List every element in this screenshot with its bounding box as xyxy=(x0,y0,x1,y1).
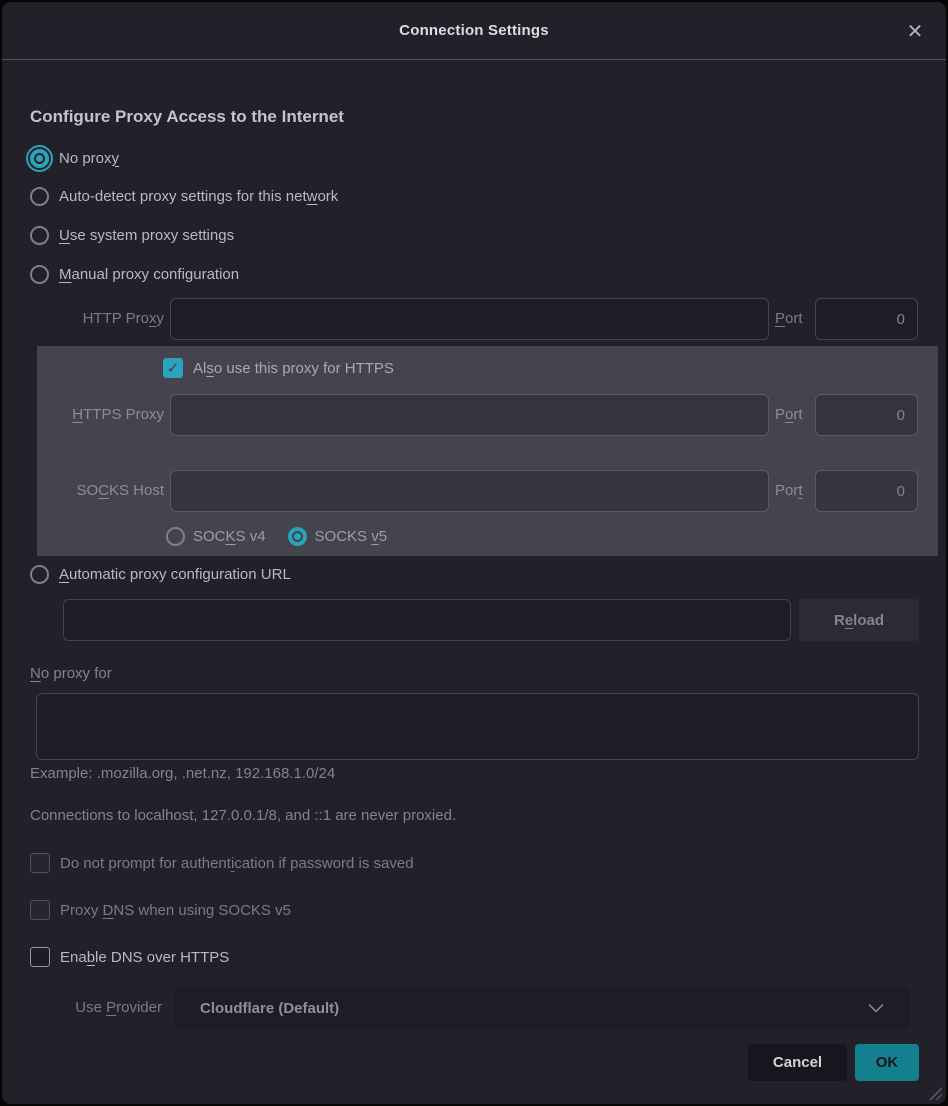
doh-row: Enable DNS over HTTPS xyxy=(30,947,229,967)
no-prompt-auth-row: Do not prompt for authentication if pass… xyxy=(30,853,414,873)
https-port-input[interactable] xyxy=(815,394,918,436)
close-icon: ✕ xyxy=(907,19,924,43)
no-proxy-radio[interactable] xyxy=(30,149,49,168)
http-proxy-row: HTTP Proxy Port xyxy=(30,298,918,340)
proxy-dns-row: Proxy DNS when using SOCKS v5 xyxy=(30,900,291,920)
socks-v4-radio[interactable] xyxy=(166,527,185,546)
socks-host-label: SOCKS Host xyxy=(30,470,164,512)
close-button[interactable]: ✕ xyxy=(900,16,930,46)
auto-url-radio[interactable] xyxy=(30,565,49,584)
http-proxy-input[interactable] xyxy=(170,298,769,340)
https-proxy-row: HTTPS Proxy Port xyxy=(30,394,918,436)
no-prompt-auth-label[interactable]: Do not prompt for authentication if pass… xyxy=(60,855,414,872)
auto-url-input[interactable] xyxy=(63,599,791,641)
share-proxy-checkbox[interactable]: ✓ xyxy=(163,358,183,378)
doh-checkbox[interactable] xyxy=(30,947,50,967)
socks-v4-radio-label[interactable]: SOCKS v4 xyxy=(193,528,266,545)
auto-url-radio-label[interactable]: Automatic proxy configuration URL xyxy=(59,566,291,583)
cancel-button[interactable]: Cancel xyxy=(748,1044,847,1081)
ok-button[interactable]: OK xyxy=(855,1044,919,1081)
doh-provider-dropdown[interactable]: Cloudflare (Default) xyxy=(174,987,910,1029)
localhost-note: Connections to localhost, 127.0.0.1/8, a… xyxy=(30,807,456,824)
doh-provider-selected-option: Cloudflare (Default) xyxy=(200,1000,339,1017)
check-icon: ✓ xyxy=(167,361,180,376)
connection-settings-dialog: Connection Settings ✕ Configure Proxy Ac… xyxy=(2,2,946,1104)
system-proxy-radio[interactable] xyxy=(30,226,49,245)
no-prompt-auth-checkbox[interactable] xyxy=(30,853,50,873)
socks-v5-radio[interactable] xyxy=(288,527,307,546)
socks-port-label: Port xyxy=(775,470,813,512)
dialog-titlebar: Connection Settings ✕ xyxy=(2,2,946,60)
system-proxy-radio-label[interactable]: Use system proxy settings xyxy=(59,227,234,244)
https-port-label: Port xyxy=(775,394,813,436)
share-proxy-checkbox-row: ✓ Also use this proxy for HTTPS xyxy=(163,358,394,378)
page-title: Configure Proxy Access to the Internet xyxy=(30,107,344,127)
manual-proxy-radio[interactable] xyxy=(30,265,49,284)
http-port-label: Port xyxy=(775,298,813,340)
socks-host-input[interactable] xyxy=(170,470,769,512)
http-port-input[interactable] xyxy=(815,298,918,340)
radio-row-auto-url: Automatic proxy configuration URL xyxy=(30,564,291,584)
resize-grip[interactable] xyxy=(927,1085,942,1100)
no-proxy-for-textarea[interactable] xyxy=(36,693,919,760)
chevron-down-icon xyxy=(868,1004,884,1013)
no-proxy-radio-label[interactable]: No proxy xyxy=(59,150,119,167)
manual-proxy-radio-label[interactable]: Manual proxy configuration xyxy=(59,266,239,283)
proxy-dns-checkbox[interactable] xyxy=(30,900,50,920)
use-provider-label: Use Provider xyxy=(30,987,162,1029)
socks-host-row: SOCKS Host Port xyxy=(30,470,918,512)
dialog-title: Connection Settings xyxy=(399,22,549,39)
http-proxy-label: HTTP Proxy xyxy=(30,298,164,340)
socks-version-row: SOCKS v4 SOCKS v5 xyxy=(166,526,387,546)
auto-detect-radio[interactable] xyxy=(30,187,49,206)
socks-v5-radio-label[interactable]: SOCKS v5 xyxy=(315,528,388,545)
example-note: Example: .mozilla.org, .net.nz, 192.168.… xyxy=(30,765,335,782)
https-proxy-input[interactable] xyxy=(170,394,769,436)
radio-row-auto-detect: Auto-detect proxy settings for this netw… xyxy=(30,186,338,206)
no-proxy-for-label: No proxy for xyxy=(30,665,112,682)
share-proxy-checkbox-label[interactable]: Also use this proxy for HTTPS xyxy=(193,360,394,377)
proxy-dns-label[interactable]: Proxy DNS when using SOCKS v5 xyxy=(60,902,291,919)
auto-detect-radio-label[interactable]: Auto-detect proxy settings for this netw… xyxy=(59,188,338,205)
doh-label[interactable]: Enable DNS over HTTPS xyxy=(60,949,229,966)
reload-button[interactable]: Reload xyxy=(799,599,919,641)
socks-port-input[interactable] xyxy=(815,470,918,512)
radio-row-no-proxy: No proxy xyxy=(30,148,119,168)
radio-row-system-proxy: Use system proxy settings xyxy=(30,225,234,245)
https-proxy-label: HTTPS Proxy xyxy=(30,394,164,436)
radio-row-manual-proxy: Manual proxy configuration xyxy=(30,264,239,284)
